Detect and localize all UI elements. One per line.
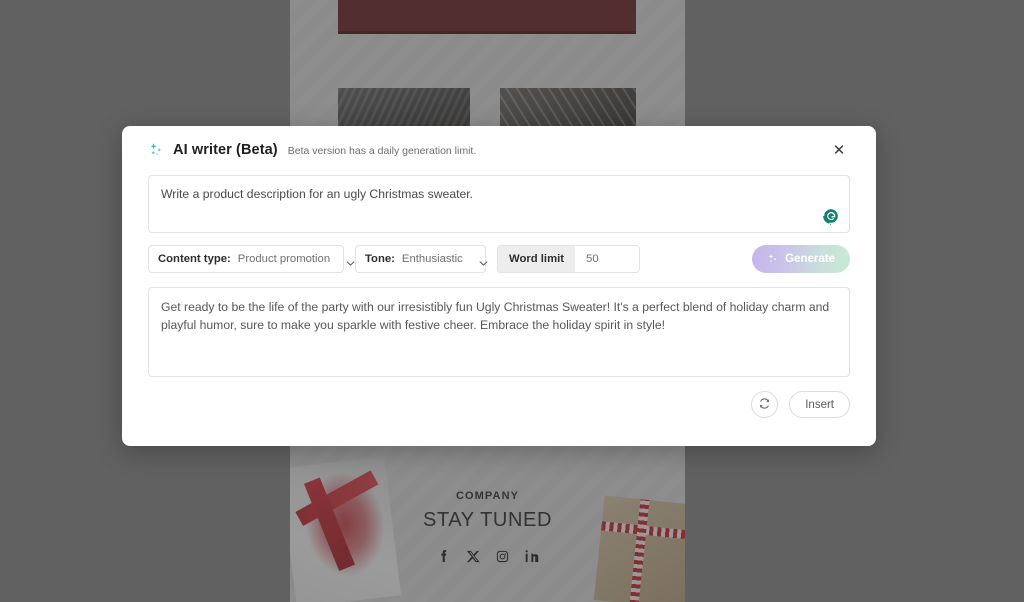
dialog-title: AI writer (Beta) bbox=[173, 142, 278, 158]
regenerate-button[interactable] bbox=[751, 391, 779, 418]
dialog-header: AI writer (Beta) Beta version has a dail… bbox=[148, 126, 850, 166]
tone-value: Enthusiastic bbox=[401, 253, 463, 265]
prompt-input[interactable]: Write a product description for an ugly … bbox=[148, 175, 850, 233]
word-limit-field[interactable]: Word limit 50 bbox=[497, 245, 641, 273]
close-icon[interactable]: ✕ bbox=[828, 139, 850, 161]
generate-button-label: Generate bbox=[785, 253, 835, 265]
tone-label: Tone: bbox=[365, 253, 395, 265]
word-limit-input[interactable]: 50 bbox=[575, 246, 640, 272]
insert-button[interactable]: Insert bbox=[789, 391, 850, 418]
content-type-value: Product promotion bbox=[237, 253, 331, 265]
prompt-input-value[interactable]: Write a product description for an ugly … bbox=[149, 176, 849, 212]
generate-button[interactable]: Generate bbox=[752, 245, 850, 273]
generation-controls: Content type: Product promotion Tone: En… bbox=[148, 245, 850, 273]
ai-writer-dialog: AI writer (Beta) Beta version has a dail… bbox=[122, 126, 876, 446]
dialog-subtitle: Beta version has a daily generation limi… bbox=[287, 145, 477, 157]
grammarly-icon[interactable] bbox=[822, 207, 840, 225]
content-type-label: Content type: bbox=[158, 253, 231, 265]
tone-select[interactable]: Tone: Enthusiastic bbox=[355, 245, 488, 273]
generated-output-area[interactable]: Get ready to be the life of the party wi… bbox=[148, 287, 850, 377]
content-type-select[interactable]: Content type: Product promotion bbox=[148, 245, 355, 273]
chevron-down-icon bbox=[479, 255, 488, 266]
regenerate-icon bbox=[758, 397, 771, 413]
chevron-down-icon bbox=[346, 255, 355, 266]
sparkle-icon bbox=[148, 142, 164, 158]
sparkle-icon bbox=[769, 254, 776, 262]
word-limit-label: Word limit bbox=[498, 246, 576, 272]
screen: COMPANY STAY TUNED bbox=[0, 0, 1024, 602]
dialog-actions: Insert bbox=[148, 391, 850, 418]
generated-output-text: Get ready to be the life of the party wi… bbox=[161, 300, 830, 333]
